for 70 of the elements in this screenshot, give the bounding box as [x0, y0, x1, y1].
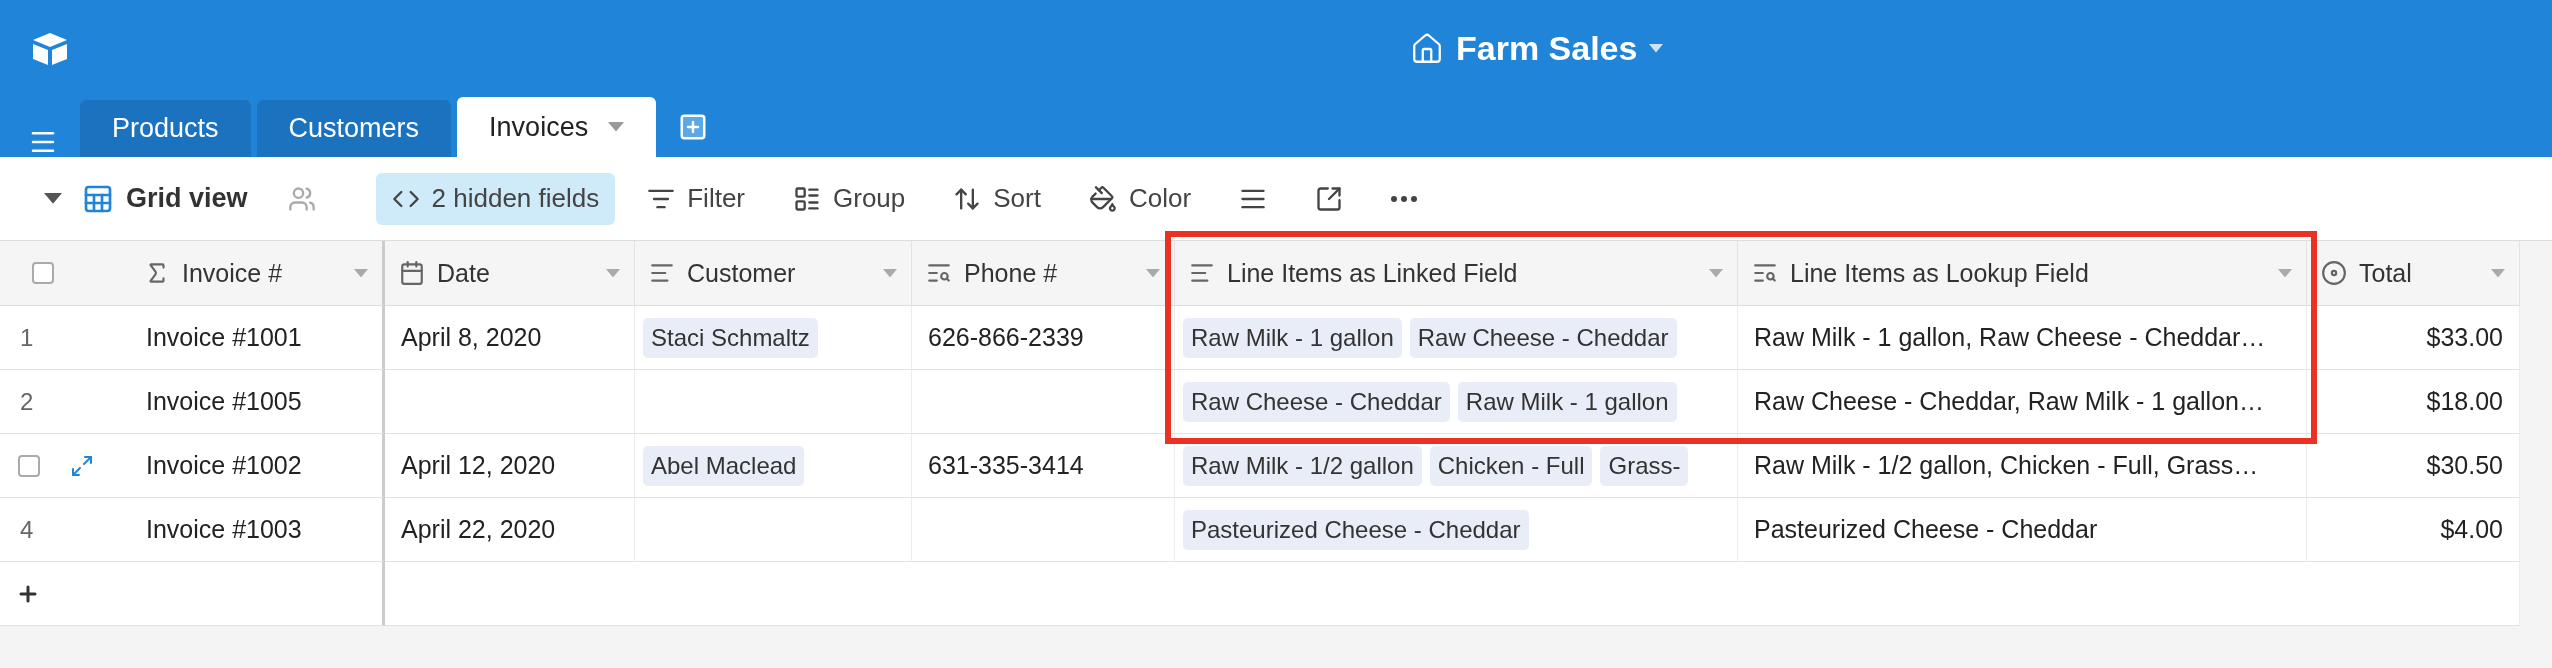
- cell-text: 626-866-2339: [928, 323, 1084, 352]
- row-number: 1: [19, 323, 34, 352]
- column-header[interactable]: Customer: [635, 241, 912, 306]
- table-tab[interactable]: Customers: [256, 100, 452, 157]
- cell-text: Raw Cheese - Cheddar, Raw Milk - 1 gallon…: [1754, 387, 2264, 416]
- calendar-icon: [399, 260, 425, 286]
- base-title[interactable]: Farm Sales: [1410, 29, 1664, 68]
- filter-button[interactable]: Filter: [631, 172, 761, 225]
- dropdown-caret-icon[interactable]: [2278, 268, 2292, 278]
- cell-text: Invoice #1003: [146, 515, 302, 544]
- dropdown-caret-icon[interactable]: [606, 268, 620, 278]
- linked-record-chip[interactable]: Chicken - Full: [1429, 445, 1593, 486]
- paint-bucket-icon: [1088, 184, 1117, 213]
- linked-record-chip[interactable]: Raw Milk - 1/2 gallon: [1183, 445, 1422, 486]
- cell-text: Invoice #1001: [146, 323, 302, 352]
- dropdown-caret-icon[interactable]: [2491, 268, 2505, 278]
- logo-icon[interactable]: [30, 31, 70, 66]
- home-icon: [1410, 31, 1444, 66]
- row-checkbox[interactable]: [18, 454, 40, 477]
- rollup-icon: [2321, 260, 2347, 286]
- more-icon: [1391, 195, 1418, 202]
- cell-text: $30.50: [2426, 451, 2503, 480]
- linked-record-chip[interactable]: Abel Maclead: [643, 445, 805, 486]
- cell-text: $33.00: [2426, 323, 2503, 352]
- collapse-caret-icon[interactable]: [44, 193, 62, 204]
- cell-text: 631-335-3414: [928, 451, 1084, 480]
- sort-button[interactable]: Sort: [937, 172, 1057, 225]
- cell-text: $18.00: [2426, 387, 2503, 416]
- linked-record-chip[interactable]: Pasteurized Cheese - Cheddar: [1183, 509, 1529, 550]
- collaborators-icon[interactable]: [287, 184, 316, 213]
- row-number: 4: [19, 515, 34, 544]
- hidden-fields-button[interactable]: 2 hidden fields: [375, 172, 616, 225]
- linked-record-chip[interactable]: Raw Cheese - Cheddar: [1409, 317, 1677, 358]
- cell-text: April 22, 2020: [401, 515, 556, 544]
- linked-record-chip[interactable]: Raw Milk - 1 gallon: [1183, 317, 1402, 358]
- color-button[interactable]: Color: [1072, 172, 1208, 225]
- column-header[interactable]: Line Items as Lookup Field: [1738, 241, 2307, 306]
- column-header[interactable]: Line Items as Linked Field: [1175, 241, 1738, 306]
- cell-text: Raw Milk - 1 gallon, Raw Cheese - Cheddar…: [1754, 323, 2266, 352]
- cell-text: April 12, 2020: [401, 451, 556, 480]
- select-all-checkbox[interactable]: [32, 262, 54, 284]
- view-switcher[interactable]: Grid view: [82, 172, 248, 225]
- cell-text: Invoice #1005: [146, 387, 302, 416]
- row-number: 2: [19, 387, 34, 416]
- cell-text: $4.00: [2440, 515, 2503, 544]
- share-icon: [1315, 184, 1344, 213]
- group-button[interactable]: Group: [777, 172, 922, 225]
- cell-text: Raw Milk - 1/2 gallon, Chicken - Full, Grass…: [1754, 451, 2259, 480]
- dropdown-caret-icon[interactable]: [1649, 44, 1664, 53]
- table-tab[interactable]: Products: [80, 100, 251, 157]
- table-tab[interactable]: Invoices: [457, 97, 657, 157]
- linked-record-chip[interactable]: Raw Cheese - Cheddar: [1183, 381, 1450, 422]
- linked-record-chip[interactable]: Staci Schmaltz: [643, 317, 818, 358]
- dropdown-caret-icon[interactable]: [354, 268, 368, 278]
- dropdown-caret-icon[interactable]: [608, 122, 625, 132]
- cell-text: April 8, 2020: [401, 323, 542, 352]
- column-header[interactable]: Invoice #: [130, 241, 385, 306]
- column-header[interactable]: Date: [385, 241, 635, 306]
- linked-record-chip[interactable]: Grass-: [1600, 445, 1689, 486]
- add-table-icon[interactable]: [678, 112, 709, 142]
- linked-record-chip[interactable]: Raw Milk - 1 gallon: [1457, 381, 1677, 422]
- cell-text: Invoice #1002: [146, 451, 302, 480]
- column-header[interactable]: Phone #: [912, 241, 1175, 306]
- column-header[interactable]: Total: [2307, 241, 2520, 306]
- dropdown-caret-icon[interactable]: [1709, 268, 1723, 278]
- dropdown-caret-icon[interactable]: [883, 268, 897, 278]
- dropdown-caret-icon[interactable]: [1146, 268, 1160, 278]
- expand-row-icon[interactable]: [70, 453, 94, 478]
- cell-text: Pasteurized Cheese - Cheddar: [1754, 515, 2098, 544]
- group-icon: [793, 184, 821, 213]
